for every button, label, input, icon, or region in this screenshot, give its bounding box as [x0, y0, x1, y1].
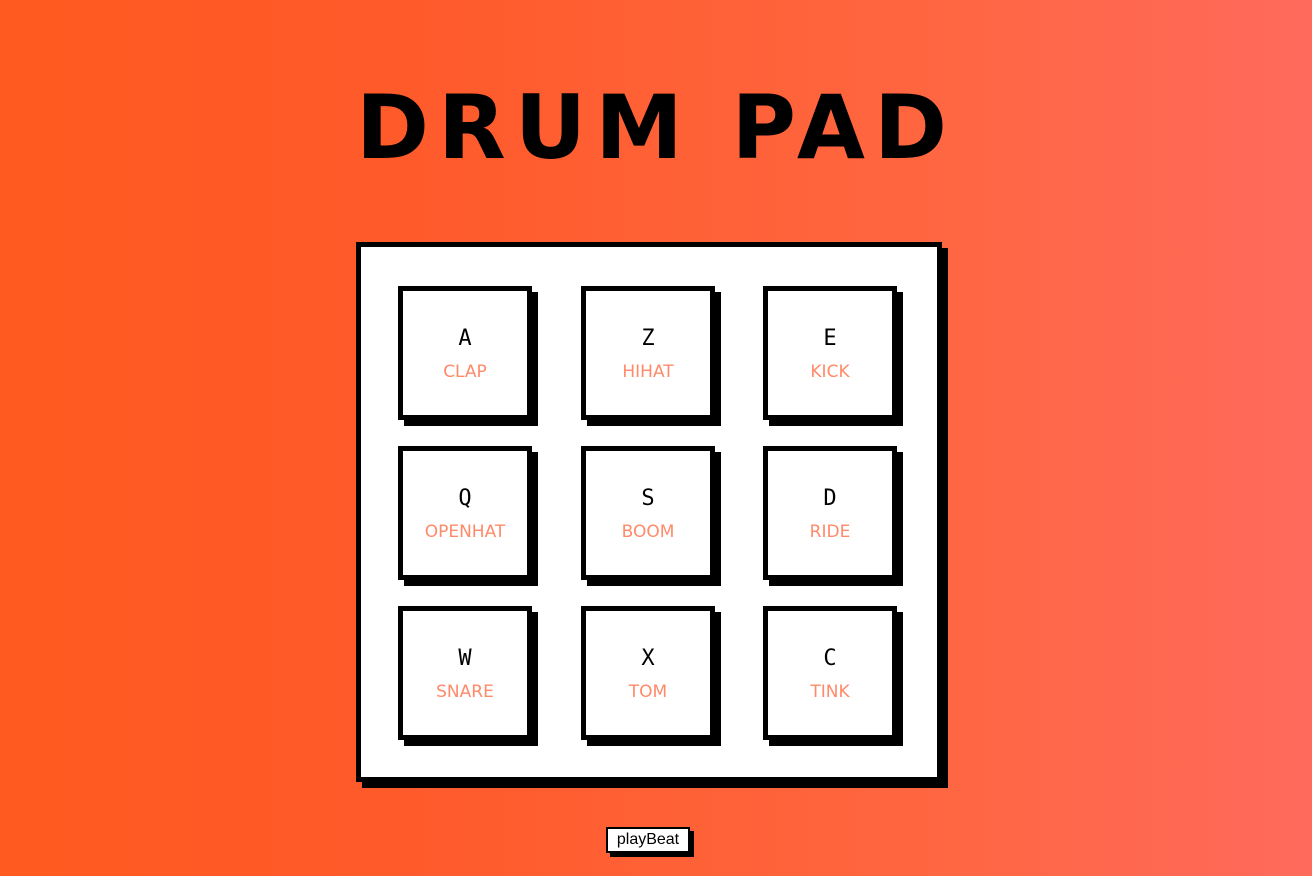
play-beat-button[interactable]: playBeat	[606, 827, 690, 853]
pad-sound: OPENHAT	[424, 522, 506, 542]
pad-sound: HIHAT	[622, 362, 674, 382]
page-title: DRUM PAD	[355, 76, 957, 179]
pad-key: W	[458, 646, 472, 671]
pad-hihat[interactable]: Z HIHAT	[581, 286, 715, 420]
pad-openhat[interactable]: Q OPENHAT	[398, 446, 532, 580]
pad-key: D	[823, 486, 837, 511]
pad-key: E	[823, 326, 837, 351]
pad-snare[interactable]: W SNARE	[398, 606, 532, 740]
pad-key: X	[641, 646, 655, 671]
drum-pad-board: A CLAP Z HIHAT E KICK Q OPENHAT S BOOM D…	[356, 242, 942, 782]
pad-sound: TOM	[628, 682, 668, 702]
pad-tink[interactable]: C TINK	[763, 606, 897, 740]
pad-sound: BOOM	[621, 522, 675, 542]
pad-key: Z	[641, 326, 655, 351]
pad-key: S	[641, 486, 655, 511]
pad-clap[interactable]: A CLAP	[398, 286, 532, 420]
pad-tom[interactable]: X TOM	[581, 606, 715, 740]
pad-key: A	[458, 326, 472, 351]
pad-sound: SNARE	[436, 682, 494, 702]
pad-sound: RIDE	[809, 522, 851, 542]
pad-ride[interactable]: D RIDE	[763, 446, 897, 580]
pad-sound: TINK	[810, 682, 850, 702]
pad-key: C	[823, 646, 837, 671]
pad-key: Q	[458, 486, 472, 511]
pad-kick[interactable]: E KICK	[763, 286, 897, 420]
pad-sound: KICK	[810, 362, 850, 382]
pad-boom[interactable]: S BOOM	[581, 446, 715, 580]
pad-sound: CLAP	[443, 362, 487, 382]
